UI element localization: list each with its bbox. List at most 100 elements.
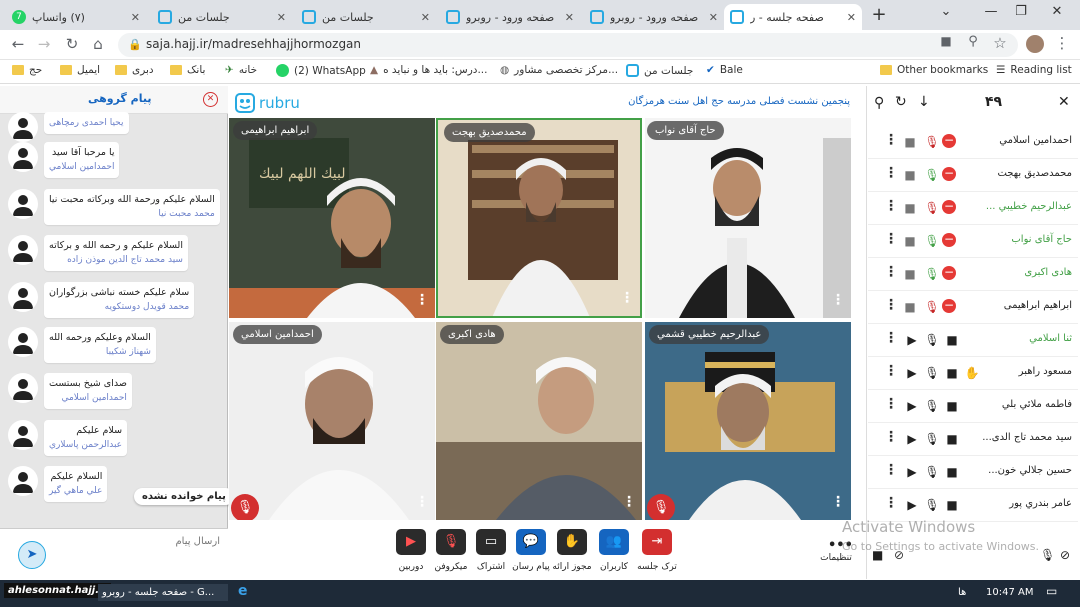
- video-play-icon[interactable]: ▶: [904, 431, 920, 447]
- mic-on-icon[interactable]: 🎙: [924, 266, 940, 282]
- participant-row[interactable]: ⋮ ■ 🎙 − حاج آقای نواب: [868, 225, 1078, 258]
- more-options-icon[interactable]: ⋮: [415, 494, 429, 510]
- mic-icon[interactable]: 🎙: [924, 464, 940, 480]
- remove-icon[interactable]: −: [942, 200, 956, 214]
- reload-icon[interactable]: ↻: [62, 35, 82, 53]
- video-play-icon[interactable]: ▶: [904, 398, 920, 414]
- close-icon[interactable]: ✕: [709, 11, 718, 24]
- participant-row[interactable]: ⋮ ■ 🎙 − محمدصدیق بهجت: [868, 159, 1078, 192]
- participant-row[interactable]: ⋮ ▶ 🎙 ■ حسین جلالي خون...: [868, 456, 1078, 489]
- bookmark-lesson[interactable]: ▲ درس: باید ها و نباید ه...: [370, 64, 487, 76]
- more-options-icon[interactable]: ⋮: [831, 494, 845, 510]
- language-indicator[interactable]: ها: [958, 587, 966, 598]
- search-icon[interactable]: ⚲: [874, 95, 884, 111]
- mic-on-icon[interactable]: 🎙: [924, 167, 940, 183]
- participant-row[interactable]: ⋮ ▶ 🎙 ■ فاطمه ملائي بلي: [868, 390, 1078, 423]
- remove-icon[interactable]: −: [942, 233, 956, 247]
- tab-whatsapp[interactable]: 7 (۷) واتساپ ✕: [6, 4, 146, 30]
- minimize-icon[interactable]: —: [980, 4, 1002, 19]
- close-panel-icon[interactable]: ✕: [1058, 94, 1070, 110]
- close-icon[interactable]: ✕: [421, 11, 430, 24]
- tab-search-icon[interactable]: ⌄: [935, 4, 957, 19]
- raise-hand-icon[interactable]: ✋: [964, 365, 980, 381]
- bookmark-home[interactable]: ✈ خانه: [225, 64, 257, 76]
- mic-icon[interactable]: 🎙: [924, 365, 940, 381]
- share-screen-icon[interactable]: ▭: [476, 529, 506, 555]
- users-icon[interactable]: 👥: [599, 529, 629, 555]
- mic-off-icon[interactable]: 🎙: [924, 200, 940, 216]
- notification-icon[interactable]: ▭: [1046, 584, 1057, 598]
- tab-session-active[interactable]: صفحه جلسه - ر ✕: [724, 4, 862, 30]
- video-play-icon[interactable]: ▶: [904, 497, 920, 513]
- camera-icon[interactable]: ■: [944, 365, 960, 381]
- edge-icon[interactable]: e: [238, 583, 248, 599]
- close-icon[interactable]: ✕: [847, 11, 856, 24]
- video-tile-active-speaker[interactable]: محمدصدیق بهجت ⋮: [436, 118, 642, 318]
- bookmark-whatsapp[interactable]: (2) WhatsApp: [276, 64, 366, 77]
- video-tile[interactable]: لبيك اللهم لبيك ابراهیم ابراهیمی ⋮: [229, 118, 435, 318]
- mic-on-icon[interactable]: 🎙: [924, 233, 940, 249]
- new-tab-button[interactable]: +: [868, 4, 890, 25]
- tab-my-sessions-2[interactable]: جلسات من ✕: [296, 4, 436, 30]
- camera-off-icon[interactable]: ■: [902, 233, 918, 249]
- zoom-icon[interactable]: ⚲: [963, 34, 983, 49]
- bookmark-office[interactable]: دبری: [115, 64, 154, 76]
- mic-off-icon[interactable]: 🎙: [924, 299, 940, 315]
- kebab-icon[interactable]: ⋮: [884, 495, 898, 511]
- kebab-icon[interactable]: ⋮: [884, 198, 898, 214]
- more-options-icon[interactable]: ⋮: [620, 290, 634, 306]
- close-icon[interactable]: ✕: [277, 11, 286, 24]
- star-icon[interactable]: ☆: [990, 34, 1010, 52]
- kebab-icon[interactable]: ⋮: [884, 264, 898, 280]
- camera-icon[interactable]: ■: [944, 464, 960, 480]
- mic-icon[interactable]: 🎙: [924, 398, 940, 414]
- camera-off-icon[interactable]: ■: [902, 134, 918, 150]
- participant-row[interactable]: ⋮ ▶ 🎙 ■ سید محمد تاج الدی...: [868, 423, 1078, 456]
- video-tile[interactable]: حاج آقای نواب ⋮: [645, 118, 851, 318]
- url-text[interactable]: saja.hajj.ir/madresehhajjhormozgan: [146, 37, 361, 51]
- remove-icon[interactable]: −: [942, 266, 956, 280]
- camera-off-icon[interactable]: ■: [902, 266, 918, 282]
- mic-icon[interactable]: 🎙: [1040, 548, 1055, 562]
- video-tile[interactable]: احمدامین اسلامي ⋮ 🎙: [229, 322, 435, 520]
- window-close-icon[interactable]: ✕: [1046, 4, 1068, 19]
- video-play-icon[interactable]: ▶: [904, 332, 920, 348]
- camera-icon[interactable]: ■: [944, 398, 960, 414]
- clock[interactable]: 10:47 AM: [986, 587, 1033, 598]
- hand-icon[interactable]: ✋: [557, 529, 587, 555]
- mic-icon[interactable]: 🎙: [924, 431, 940, 447]
- remove-icon[interactable]: −: [942, 134, 956, 148]
- kebab-icon[interactable]: ⋮: [884, 363, 898, 379]
- tab-login-2[interactable]: صفحه ورود - روبرو ✕: [584, 4, 724, 30]
- camera-icon[interactable]: ■: [936, 34, 956, 48]
- camera-icon[interactable]: ■: [944, 332, 960, 348]
- participant-row[interactable]: ⋮ ■ 🎙 − هادی اکبری: [868, 258, 1078, 291]
- camera-off-icon[interactable]: ■: [902, 167, 918, 183]
- more-options-icon[interactable]: ⋮: [415, 292, 429, 308]
- mic-slash-icon[interactable]: ⊘: [1060, 548, 1070, 562]
- forward-icon[interactable]: →: [34, 35, 54, 53]
- menu-icon[interactable]: ⋮: [1052, 34, 1072, 52]
- reading-list[interactable]: ☰ Reading list: [996, 64, 1072, 76]
- tab-my-sessions-1[interactable]: جلسات من ✕: [152, 4, 292, 30]
- close-icon[interactable]: ✕: [131, 11, 140, 24]
- video-play-icon[interactable]: ▶: [904, 464, 920, 480]
- bookmark-bank[interactable]: بانک: [170, 64, 205, 76]
- more-options-icon[interactable]: ⋮: [831, 292, 845, 308]
- bookmark-hajj[interactable]: حج: [12, 64, 42, 76]
- tab-login-1[interactable]: صفحه ورود - روبرو ✕: [440, 4, 580, 30]
- kebab-icon[interactable]: ⋮: [884, 165, 898, 181]
- mic-icon[interactable]: 🎙: [924, 332, 940, 348]
- camera-icon[interactable]: ■: [944, 431, 960, 447]
- close-icon[interactable]: ✕: [565, 11, 574, 24]
- kebab-icon[interactable]: ⋮: [884, 429, 898, 445]
- video-play-icon[interactable]: ▶: [904, 365, 920, 381]
- taskbar-app[interactable]: صفحه جلسه - روبرو - G...: [98, 584, 228, 601]
- mic-off-icon[interactable]: 🎙: [924, 134, 940, 150]
- home-icon[interactable]: ⌂: [88, 35, 108, 53]
- kebab-icon[interactable]: ⋮: [884, 132, 898, 148]
- bookmark-counseling[interactable]: ◍ مرکز تخصصی مشاور...: [500, 64, 618, 76]
- message-input[interactable]: ارسال پیام: [60, 536, 220, 547]
- avatar[interactable]: [1026, 35, 1044, 53]
- lock-icon[interactable]: 🔒: [128, 38, 142, 51]
